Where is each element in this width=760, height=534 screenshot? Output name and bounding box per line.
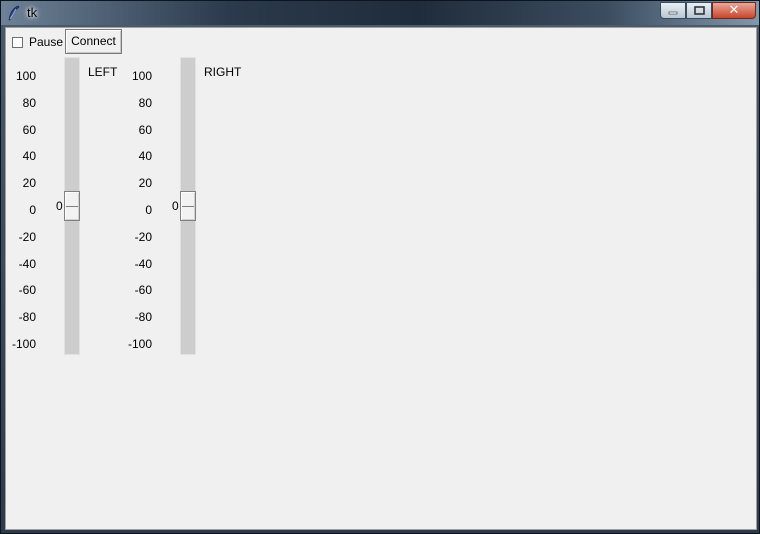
minimize-icon [668, 4, 678, 18]
right-scale-label: RIGHT [204, 65, 242, 79]
left-scale-tick: -40 [18, 256, 36, 271]
right-scale-tick: 80 [138, 95, 152, 110]
pause-checkbox-box[interactable] [12, 36, 23, 48]
maximize-button[interactable] [686, 2, 712, 19]
close-icon: ✕ [728, 3, 740, 18]
app-window: tk ✕ Pause Connect 100 80 60 40 20 0 -20 -40 -60… [0, 0, 760, 534]
left-scale-tick: 80 [22, 95, 36, 110]
left-scale-tick: -60 [18, 283, 36, 298]
connect-button[interactable]: Connect [65, 29, 122, 54]
right-scale-tick: -100 [127, 337, 152, 351]
left-scale-tick: -80 [18, 310, 36, 325]
close-button[interactable]: ✕ [712, 2, 756, 19]
left-scale-tick: 40 [22, 149, 36, 164]
left-scale-tick: 20 [22, 176, 36, 191]
right-scale-slider-handle[interactable] [180, 191, 196, 221]
left-scale-tick: -20 [18, 229, 36, 244]
right-scale-tick: -60 [134, 283, 152, 298]
slider-grip [66, 206, 78, 207]
left-scale-tick: 0 [29, 203, 36, 217]
right-scale-value: 0 [172, 199, 179, 213]
left-scale-value: 0 [56, 199, 63, 213]
maximize-icon [693, 4, 705, 18]
title-bar[interactable]: tk ✕ [1, 1, 759, 25]
window-controls: ✕ [660, 2, 756, 20]
right-scale-tick: 0 [145, 203, 152, 217]
slider-grip [182, 206, 194, 207]
left-scale-slider-handle[interactable] [64, 191, 80, 221]
right-scale-tick: -40 [134, 256, 152, 271]
main-frame: Pause Connect 100 80 60 40 20 0 -20 -40 -60 -80 -1… [5, 27, 757, 530]
minimize-button[interactable] [660, 2, 686, 19]
right-scale-tick: 20 [138, 176, 152, 191]
right-scale-tick: 40 [138, 149, 152, 164]
left-scale-tick: 100 [15, 69, 36, 83]
pause-checkbox[interactable]: Pause [12, 34, 63, 50]
left-scale-tick: 60 [22, 122, 36, 137]
right-scale-tick: 100 [131, 69, 152, 83]
pause-label: Pause [29, 35, 64, 49]
feather-icon [7, 5, 21, 21]
left-scale-tick: -100 [11, 337, 36, 351]
left-scale-label: LEFT [88, 65, 118, 79]
right-scale-tick: -80 [134, 310, 152, 325]
right-scale-tick: 60 [138, 122, 152, 137]
right-scale-tick: -20 [134, 229, 152, 244]
window-title: tk [27, 5, 38, 20]
